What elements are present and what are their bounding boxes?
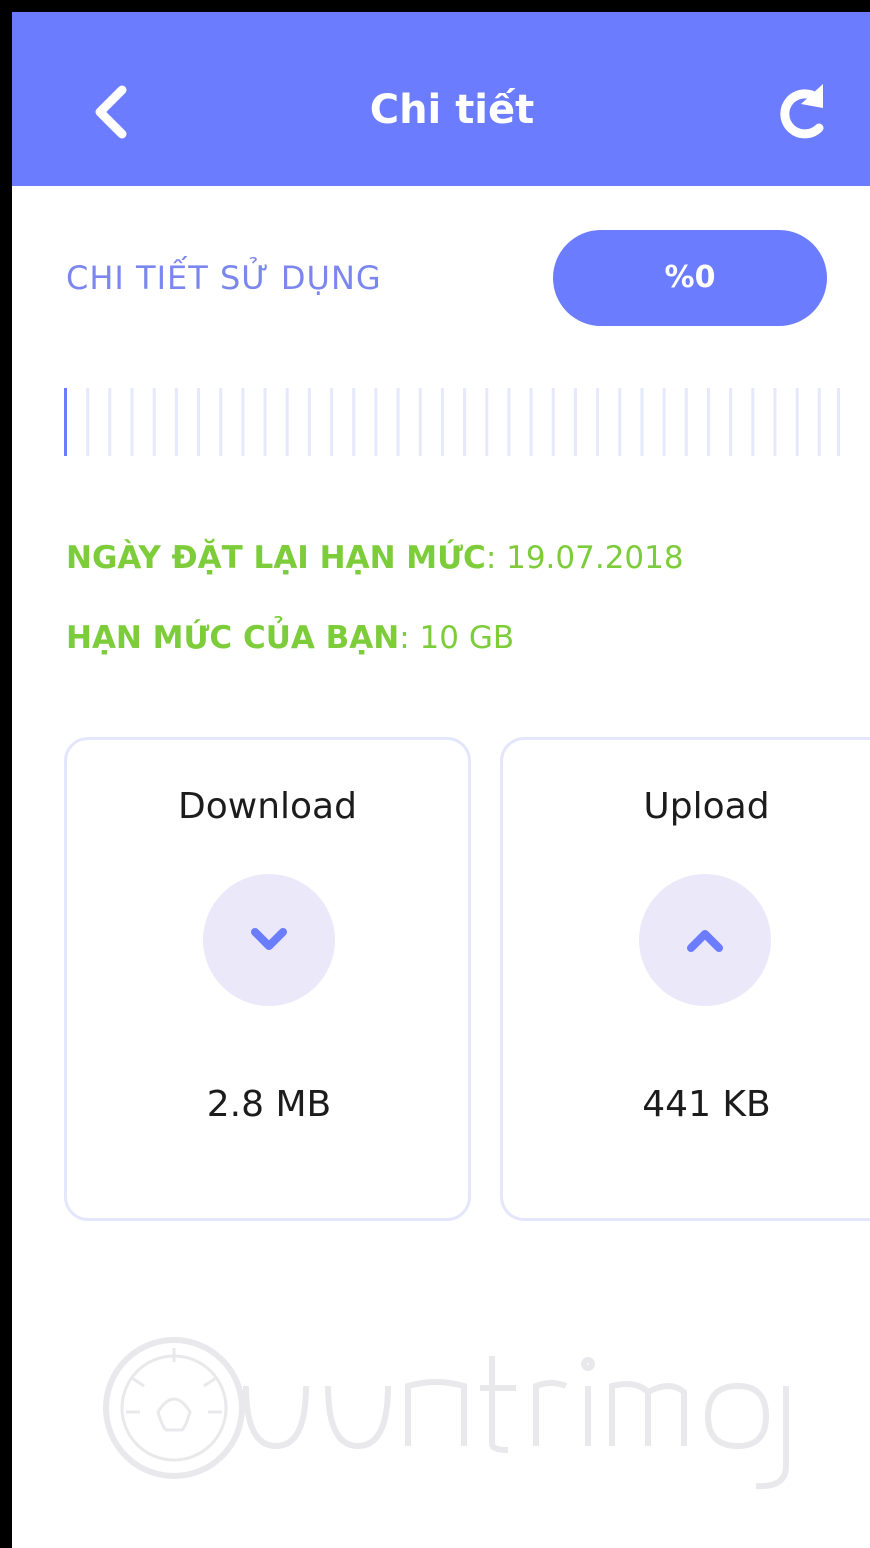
progress-segment [837,388,840,456]
progress-segment [640,388,644,456]
download-title: Download [178,786,357,827]
chevron-up-icon [687,930,723,952]
progress-segment [817,388,821,456]
usage-progress-bar [64,388,840,456]
progress-segment [729,388,733,456]
upload-card: Upload 441 KB [500,737,870,1221]
quota-label: HẠN MỨC CỦA BẠN [66,620,400,656]
frame-border-top [0,0,870,12]
refresh-button[interactable] [767,74,837,154]
header-bar: Chi tiết [12,12,870,186]
progress-segment [285,388,289,456]
page-title: Chi tiết [369,87,535,133]
progress-segment [418,388,422,456]
progress-segment [307,388,311,456]
progress-segment [529,388,533,456]
progress-segment [152,388,156,456]
progress-segment [440,388,444,456]
progress-segment [551,388,555,456]
progress-segment [684,388,688,456]
progress-segment [330,388,334,456]
progress-segment [707,388,710,456]
progress-segment [618,388,622,456]
progress-segment [573,388,577,456]
upload-value: 441 KB [642,1084,771,1125]
refresh-icon [780,84,824,139]
usage-percent-badge[interactable]: %0 [553,230,827,326]
progress-segment [396,388,400,456]
quota-value: : 10 GB [399,620,515,656]
progress-segment [773,388,777,456]
upload-title: Upload [643,786,770,827]
app-screen: Chi tiết CHI TIẾT SỬ DỤNG %0 NGÀY ĐẶT LẠ… [0,0,870,1548]
reset-date-value: : 19.07.2018 [485,540,684,576]
progress-segment [662,388,666,456]
progress-segment [130,388,134,456]
progress-segment [463,388,467,456]
progress-segment [197,388,200,456]
chevron-down-icon [251,928,287,950]
quota-line: HẠN MỨC CỦA BẠN: 10 GB [66,612,514,664]
progress-segment [374,388,378,456]
frame-border-left [0,0,12,1548]
progress-segment [174,388,178,456]
progress-segment [241,388,245,456]
chevron-left-icon [95,85,127,139]
progress-segment [507,388,511,456]
download-card: Download 2.8 MB [64,737,471,1221]
reset-date-label: NGÀY ĐẶT LẠI HẠN MỨC [66,540,486,576]
download-icon-circle [203,874,335,1006]
reset-date-line: NGÀY ĐẶT LẠI HẠN MỨC: 19.07.2018 [66,532,684,584]
progress-segment [263,388,267,456]
progress-segment [596,388,600,456]
download-value: 2.8 MB [206,1084,332,1125]
progress-segment [219,388,223,456]
progress-segment [485,388,489,456]
progress-segment [64,388,67,456]
progress-segment [795,388,799,456]
upload-icon-circle [639,874,771,1006]
usage-details-label: CHI TIẾT SỬ DỤNG [66,259,382,297]
back-button[interactable] [82,72,142,152]
progress-segment [86,388,90,456]
progress-segment [751,388,755,456]
progress-segment [352,388,356,456]
progress-segment [108,388,112,456]
quantrimang-watermark-logo [103,1337,789,1490]
